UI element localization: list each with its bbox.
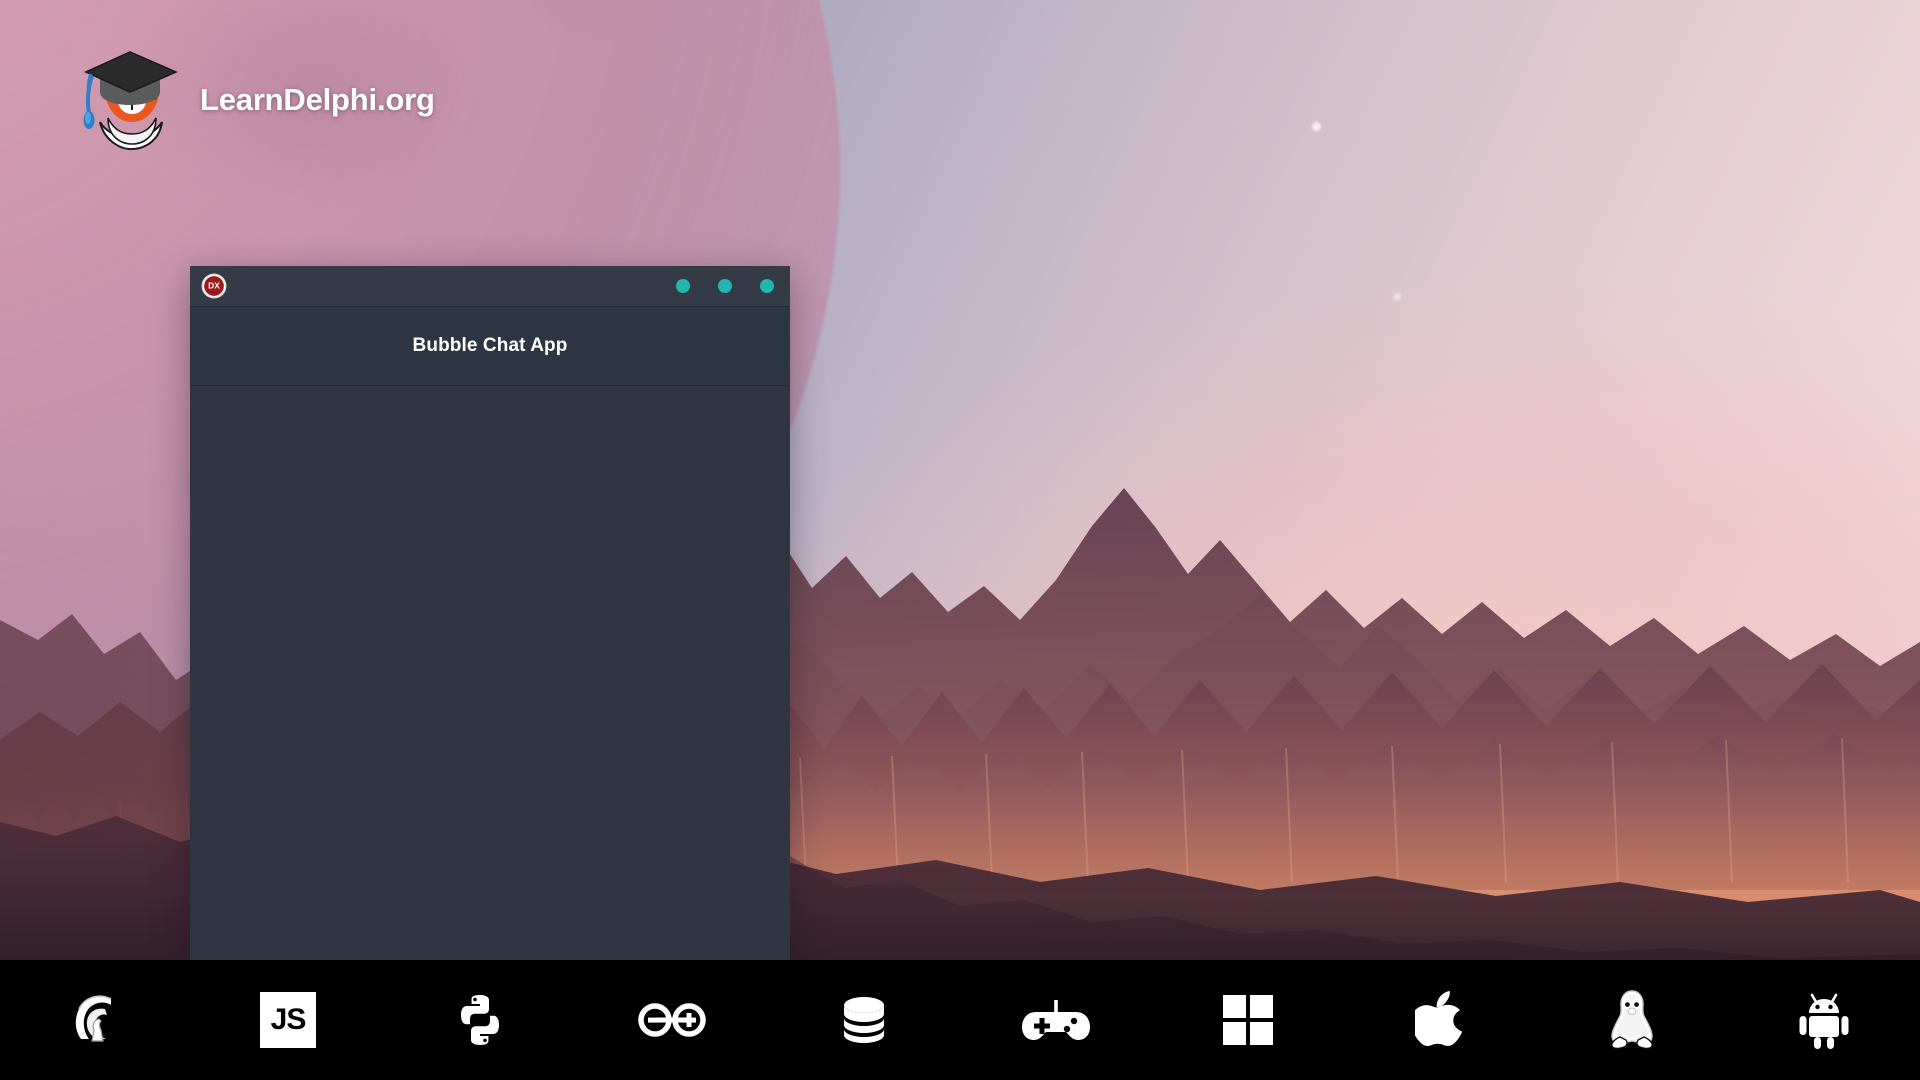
chat-message-area[interactable] [190,386,790,961]
star [1394,293,1401,300]
arduino-infinity-icon[interactable] [637,998,707,1042]
window-maximize-button[interactable] [718,279,732,293]
database-stack-icon[interactable] [836,992,892,1048]
window-minimize-button[interactable] [676,279,690,293]
window-close-button[interactable] [760,279,774,293]
taskbar: JS [0,960,1920,1080]
window-titlebar[interactable]: DX [190,266,790,307]
spartan-helmet-icon[interactable] [65,989,127,1051]
brand-name: LearnDelphi.org [200,82,435,117]
linux-tux-icon[interactable] [1606,989,1658,1051]
taskbar-item-arduino[interactable] [576,960,768,1080]
brand-watermark: LearnDelphi.org [78,48,435,152]
desktop: LearnDelphi.org DX Bubble Chat App JS [0,0,1920,1080]
android-robot-icon[interactable] [1797,991,1851,1049]
taskbar-item-javascript[interactable]: JS [192,960,384,1080]
gamepad-icon[interactable] [1020,994,1092,1046]
taskbar-item-linux[interactable] [1536,960,1728,1080]
taskbar-item-database[interactable] [768,960,960,1080]
app-title: Bubble Chat App [412,335,568,356]
star [1312,122,1321,131]
javascript-icon[interactable]: JS [260,992,316,1048]
taskbar-item-gaming[interactable] [960,960,1152,1080]
taskbar-item-windows[interactable] [1152,960,1344,1080]
app-header: Bubble Chat App [190,307,790,386]
delphi-tiger-graduate-logo-icon [83,51,179,151]
dx-delphi-icon[interactable]: DX [201,273,227,299]
taskbar-item-delphi[interactable] [0,960,192,1080]
taskbar-item-android[interactable] [1728,960,1920,1080]
svg-text:DX: DX [208,281,220,291]
taskbar-item-apple[interactable] [1344,960,1536,1080]
apple-logo-icon[interactable] [1415,991,1465,1049]
window-controls[interactable] [676,279,774,293]
python-icon[interactable] [451,991,509,1049]
bubble-chat-app-window[interactable]: DX Bubble Chat App [190,266,790,961]
windows-logo-icon[interactable] [1221,993,1275,1047]
taskbar-item-python[interactable] [384,960,576,1080]
